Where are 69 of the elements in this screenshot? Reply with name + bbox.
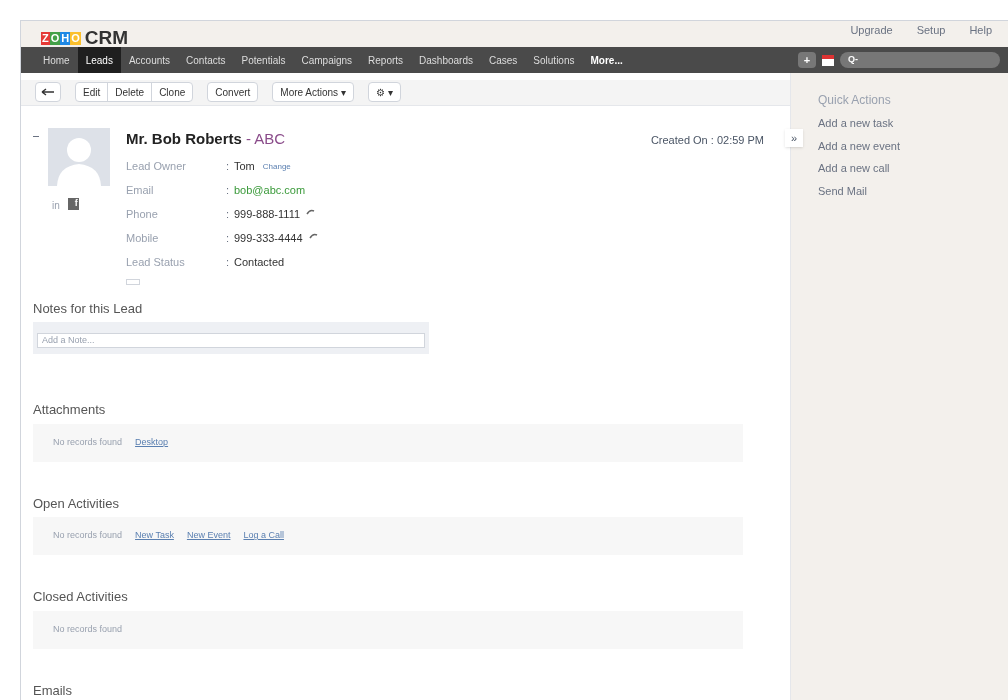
nav-tab[interactable]: Home	[35, 47, 78, 73]
field-label: Lead Status	[126, 255, 186, 271]
change-link[interactable]: Change	[262, 160, 291, 173]
expand-button[interactable]: »	[785, 129, 803, 147]
nav-tab[interactable]: Reports	[360, 47, 412, 73]
field-label: Lead Owner	[126, 159, 187, 175]
field-value: Tom	[234, 159, 255, 175]
empty-message: No records found	[53, 529, 123, 543]
field-value: 999-888-1111	[234, 207, 301, 223]
lead-name: Mr. Bob Roberts	[126, 130, 242, 147]
product-name: CRM	[84, 28, 129, 47]
toolbar-button[interactable]: Delete	[107, 83, 152, 102]
field-label: Phone	[126, 207, 159, 223]
add-button[interactable]: +	[798, 52, 816, 68]
section-link[interactable]: New Event	[186, 529, 231, 543]
quick-action-link[interactable]: Add a new call	[818, 160, 1008, 177]
field-label: Email	[126, 183, 155, 199]
nav-tab[interactable]: Dashboards	[411, 47, 481, 73]
created-on: Created On : 02:59 PM	[650, 133, 764, 148]
field-separator: :	[226, 183, 231, 199]
section-title: Attachments	[33, 401, 107, 419]
panel-title: Quick Actions	[818, 92, 892, 109]
section-title: Closed Activities	[33, 588, 129, 606]
quick-action-link[interactable]: Add a new task	[818, 115, 1008, 132]
nav-tab[interactable]: Accounts	[120, 47, 179, 73]
top-link[interactable]: Setup	[916, 22, 946, 39]
section-link[interactable]: Log a Call	[243, 529, 284, 543]
call-icon[interactable]	[308, 232, 318, 239]
top-link[interactable]: Upgrade	[850, 22, 893, 39]
field-separator: :	[226, 231, 231, 247]
section-link[interactable]: New Task	[135, 529, 174, 543]
field-value[interactable]: bob@abc.com	[234, 182, 306, 199]
top-link[interactable]: Help	[969, 22, 992, 39]
field-value: Contacted	[234, 255, 285, 271]
nav-tab[interactable]: Contacts	[178, 47, 234, 73]
empty-message: No records found	[53, 622, 123, 636]
nav-tab[interactable]: Potentials	[233, 47, 294, 73]
toolbar-button[interactable]: More Actions ▾	[273, 83, 353, 102]
empty-message: No records found	[53, 435, 123, 449]
field-separator: :	[226, 207, 231, 223]
back-arrow-icon	[41, 88, 55, 97]
nav-tab[interactable]: Cases	[481, 47, 526, 73]
field-value: 999-333-4444	[234, 231, 303, 247]
toolbar-button[interactable]: Edit	[76, 83, 108, 102]
section-title: Emails	[33, 681, 73, 700]
avatar-icon	[48, 128, 110, 186]
field-separator: :	[226, 159, 231, 175]
nav-tab[interactable]: Solutions	[525, 47, 583, 73]
search-field[interactable]: Q-	[840, 52, 1000, 68]
nav-tab[interactable]: Campaigns	[293, 47, 361, 73]
field-separator: :	[226, 255, 231, 271]
section-title: Open Activities	[33, 494, 120, 513]
section-title: Notes for this Lead	[33, 299, 144, 318]
toolbar-button[interactable]: ⚙ ▾	[368, 83, 400, 102]
section-link[interactable]: Desktop	[135, 435, 169, 450]
logo: ZOHO	[41, 32, 81, 45]
nav-tab[interactable]: More...	[582, 47, 631, 73]
toolbar-button[interactable]: Convert	[208, 83, 258, 102]
nav-tab[interactable]: Leads	[77, 47, 121, 73]
call-icon[interactable]	[306, 208, 316, 215]
note-field[interactable]: Add a Note...	[37, 332, 425, 348]
field-label: Mobile	[126, 231, 160, 247]
calendar-icon[interactable]	[820, 52, 836, 68]
company-name: - ABC	[246, 130, 286, 147]
toolbar-button[interactable]: Clone	[151, 83, 193, 102]
quick-action-link[interactable]: Send Mail	[818, 182, 1008, 199]
social-link[interactable]: f	[67, 198, 79, 210]
quick-action-link[interactable]: Add a new event	[818, 137, 1008, 154]
back-button[interactable]	[35, 82, 61, 103]
